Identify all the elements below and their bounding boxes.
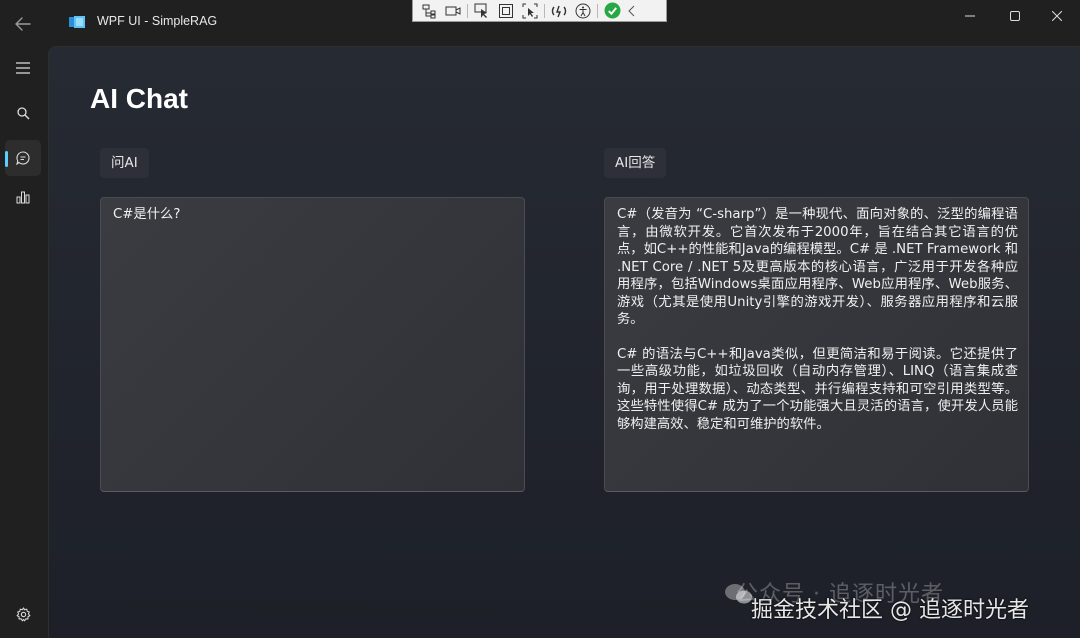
display-layout-adorners-button[interactable] <box>494 1 518 21</box>
nav-item-chart[interactable] <box>5 179 41 215</box>
hot-reload-icon <box>551 5 567 17</box>
search-icon <box>16 106 29 119</box>
maximize-button[interactable] <box>992 0 1038 32</box>
status-ok-indicator[interactable] <box>600 1 624 21</box>
record-button[interactable] <box>441 1 465 21</box>
menu-toggle-button[interactable] <box>5 50 41 86</box>
nav-item-settings[interactable] <box>5 596 41 632</box>
watermark-juejin: 掘金技术社区 @ 追逐时光者 <box>751 598 1029 623</box>
maximize-icon <box>1010 11 1020 21</box>
back-button[interactable] <box>8 9 38 39</box>
answer-paragraph-1: C#（发音为 “C-sharp”）是一种现代、面向对象的、泛型的编程语言，由微软… <box>617 207 1018 327</box>
select-pointer-icon <box>474 3 487 18</box>
collapse-toolbar-button[interactable] <box>624 1 640 21</box>
xaml-debug-toolbar <box>412 0 667 22</box>
accessibility-button[interactable] <box>571 1 595 21</box>
chat-icon <box>16 151 30 165</box>
hamburger-menu-icon <box>16 62 30 74</box>
question-input[interactable]: C#是什么? <box>100 197 525 492</box>
minimize-icon <box>965 15 975 17</box>
answer-output[interactable]: C#（发音为 “C-sharp”）是一种现代、面向对象的、泛型的编程语言，由微软… <box>604 197 1029 492</box>
nav-selection-indicator <box>5 151 8 167</box>
title-bar: WPF UI - SimpleRAG <box>0 0 1080 46</box>
app-window: WPF UI - SimpleRAG AI Chat 问AI AI回答 C#是什… <box>0 0 1080 638</box>
back-arrow-icon <box>15 17 31 31</box>
layout-adorner-icon <box>499 3 513 18</box>
navigation-rail <box>0 46 48 638</box>
main-content: AI Chat 问AI AI回答 C#是什么? C#（发音为 “C-sharp”… <box>48 46 1080 638</box>
page-title: AI Chat <box>90 83 188 114</box>
ai-answer-label: AI回答 <box>604 148 667 178</box>
minimize-button[interactable] <box>947 0 993 32</box>
check-circle-icon <box>604 2 620 19</box>
bar-chart-icon <box>16 191 30 203</box>
track-focus-button[interactable] <box>518 1 542 21</box>
visual-tree-icon <box>422 4 436 18</box>
question-text: C#是什么? <box>113 207 181 222</box>
hot-reload-button[interactable] <box>547 1 571 21</box>
close-button[interactable] <box>1034 0 1080 32</box>
ask-ai-label: 问AI <box>100 148 149 178</box>
answer-paragraph-2: C# 的语法与C++和Java类似，但更简洁和易于阅读。它还提供了一些高级功能，… <box>617 346 1018 432</box>
toolbar-separator <box>544 3 545 18</box>
nav-item-search[interactable] <box>5 95 41 131</box>
gear-icon <box>16 606 30 621</box>
app-logo-icon <box>69 16 85 28</box>
window-title: WPF UI - SimpleRAG <box>97 14 218 28</box>
close-icon <box>1052 11 1062 21</box>
video-camera-icon <box>445 6 461 15</box>
track-focus-icon <box>522 3 538 18</box>
nav-item-chat[interactable] <box>5 140 41 176</box>
accessibility-icon <box>575 3 591 18</box>
select-element-button[interactable] <box>470 1 494 21</box>
toolbar-separator <box>597 3 598 18</box>
live-visual-tree-button[interactable] <box>417 1 441 21</box>
chevron-left-icon <box>628 5 635 16</box>
toolbar-separator <box>467 3 468 18</box>
